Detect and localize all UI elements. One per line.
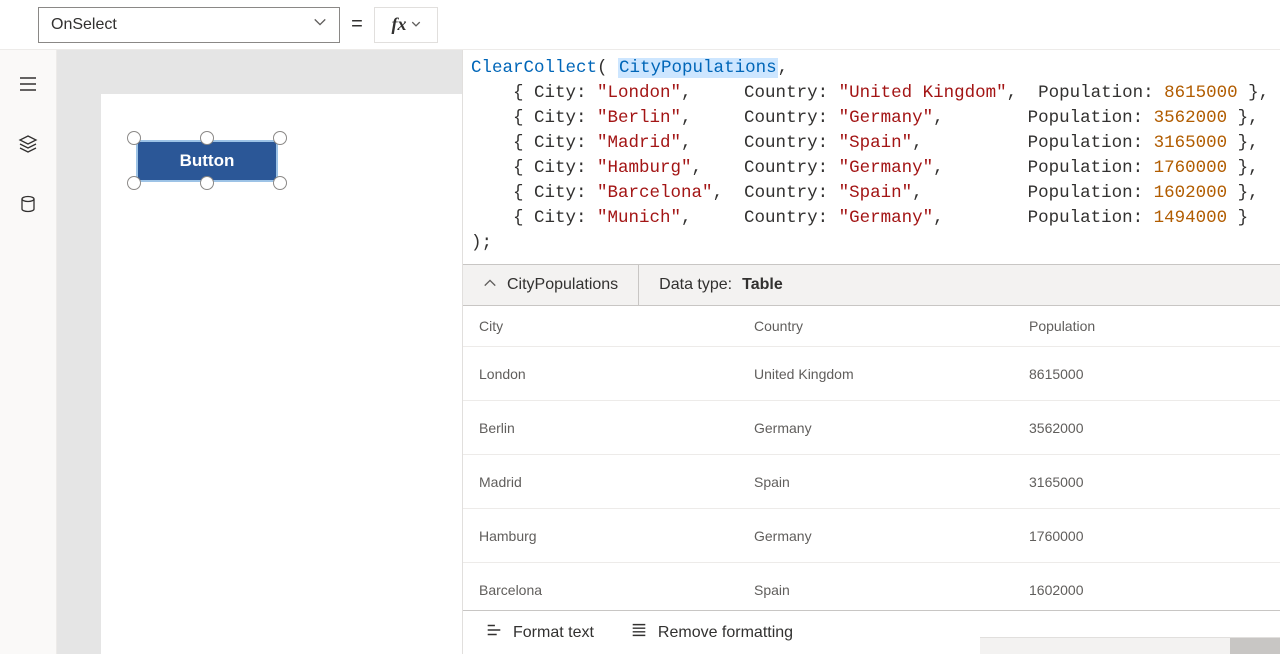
grid-cell: Barcelona	[479, 582, 754, 598]
table-row[interactable]: BarcelonaSpain1602000	[463, 563, 1280, 610]
canvas[interactable]: Button	[57, 50, 462, 654]
table-row[interactable]: LondonUnited Kingdom8615000	[463, 347, 1280, 401]
database-icon[interactable]	[18, 194, 38, 214]
grid-cell: 3165000	[1029, 474, 1229, 490]
chevron-up-icon	[483, 276, 497, 295]
grid-cell: London	[479, 366, 754, 382]
selection-handle[interactable]	[200, 131, 214, 145]
horizontal-scrollbar[interactable]	[980, 637, 1280, 654]
grid-cell: Germany	[754, 528, 1029, 544]
result-datatype-cell: Data type: Table	[639, 265, 803, 305]
grid-cell: Hamburg	[479, 528, 754, 544]
chevron-down-icon	[313, 15, 327, 34]
result-name-cell[interactable]: CityPopulations	[463, 265, 639, 305]
result-name: CityPopulations	[507, 276, 618, 294]
hamburger-icon[interactable]	[18, 74, 38, 94]
grid-cell: Germany	[754, 420, 1029, 436]
grid-cell: 8615000	[1029, 366, 1229, 382]
chevron-down-icon	[411, 18, 421, 32]
formula-bar: OnSelect = fx	[0, 0, 1280, 50]
selection-handle[interactable]	[273, 176, 287, 190]
equals-label: =	[348, 13, 366, 36]
selection-handle[interactable]	[273, 131, 287, 145]
grid-cell: Berlin	[479, 420, 754, 436]
fx-icon: fx	[392, 14, 407, 35]
left-rail	[0, 50, 57, 654]
layers-icon[interactable]	[18, 134, 38, 154]
canvas-screen[interactable]: Button	[101, 94, 462, 654]
grid-header-row: CityCountryPopulation	[463, 306, 1280, 347]
result-header: CityPopulations Data type: Table	[463, 264, 1280, 306]
table-row[interactable]: BerlinGermany3562000	[463, 401, 1280, 455]
table-row[interactable]: MadridSpain3165000	[463, 455, 1280, 509]
grid-cell: United Kingdom	[754, 366, 1029, 382]
grid-cell: Spain	[754, 582, 1029, 598]
button-control-label: Button	[180, 151, 235, 171]
grid-header-cell: Country	[754, 306, 1029, 346]
grid-cell: 1602000	[1029, 582, 1229, 598]
formula-editor[interactable]: ClearCollect( CityPopulations, { City: "…	[463, 50, 1280, 264]
selection-handle[interactable]	[200, 176, 214, 190]
property-selector-value: OnSelect	[51, 16, 117, 34]
formula-panel: ClearCollect( CityPopulations, { City: "…	[462, 50, 1280, 654]
grid-cell: 3562000	[1029, 420, 1229, 436]
remove-formatting-button[interactable]: Remove formatting	[630, 621, 793, 644]
grid-cell: Madrid	[479, 474, 754, 490]
fx-button[interactable]: fx	[374, 7, 438, 43]
result-datatype-value: Table	[742, 276, 783, 294]
property-selector[interactable]: OnSelect	[38, 7, 340, 43]
format-icon	[485, 621, 503, 644]
main-area: Button ClearCollect( CityPopulations, { …	[0, 50, 1280, 654]
format-text-label: Format text	[513, 624, 594, 642]
grid-cell: Spain	[754, 474, 1029, 490]
selection-handle[interactable]	[127, 176, 141, 190]
grid-header-cell: City	[479, 306, 754, 346]
format-text-button[interactable]: Format text	[485, 621, 594, 644]
grid-cell: 1760000	[1029, 528, 1229, 544]
selection-handle[interactable]	[127, 131, 141, 145]
remove-formatting-label: Remove formatting	[658, 624, 793, 642]
table-row[interactable]: HamburgGermany1760000	[463, 509, 1280, 563]
remove-format-icon	[630, 621, 648, 644]
grid-header-cell: Population	[1029, 306, 1229, 346]
result-grid: CityCountryPopulationLondonUnited Kingdo…	[463, 306, 1280, 610]
result-datatype-label: Data type:	[659, 276, 732, 294]
